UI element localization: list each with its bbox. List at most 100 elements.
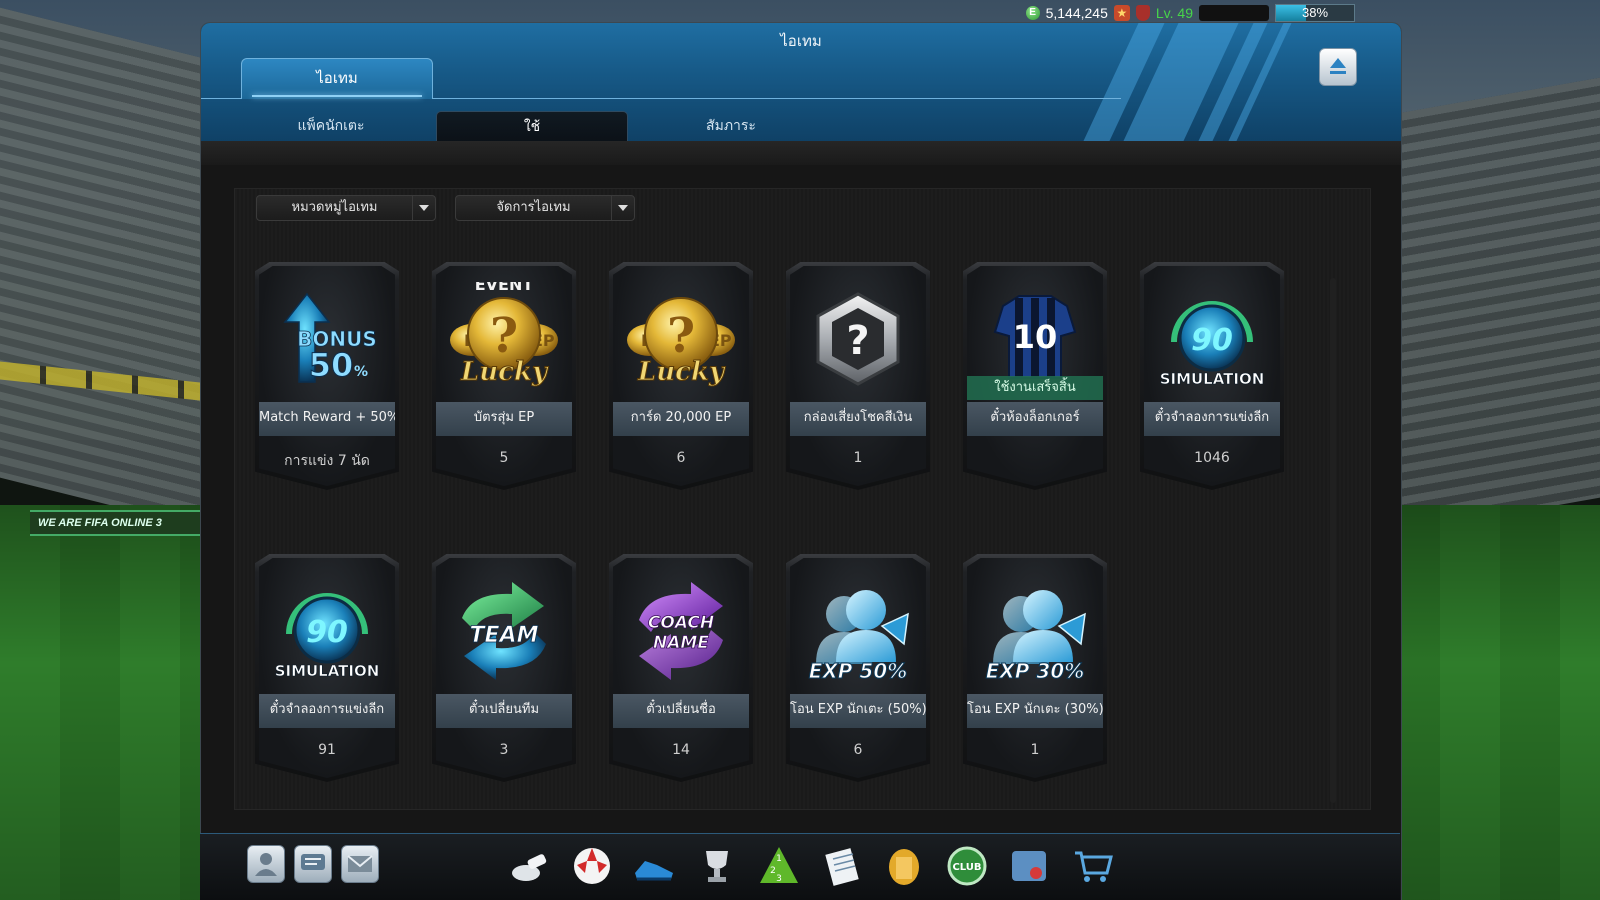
sub-tab-bar: แพ็คนักเตะ ใช้ สัมภาระ	[201, 107, 1401, 142]
svg-text:SIMULATION: SIMULATION	[1160, 370, 1265, 388]
subtab-use[interactable]: ใช้	[436, 111, 628, 142]
club-crest-icon	[1135, 5, 1150, 21]
mail-icon	[342, 855, 378, 886]
item-card[interactable]: 90 SIMULATION ตั๋วจำลองการแข่งลีก 1046	[1140, 262, 1284, 490]
silver-mystery-box-icon: ?	[786, 282, 930, 400]
subtab-inventory[interactable]: สัมภาระ	[636, 111, 826, 141]
svg-text:Lucky: Lucky	[637, 357, 726, 387]
item-card[interactable]: 10 ใช้งานเสร็จสิ้น ตั๋วห้องล็อกเกอร์	[963, 262, 1107, 490]
lucky-ep-icon: E EP ? Lucky	[609, 282, 753, 400]
manager-card-icon[interactable]	[1006, 843, 1052, 889]
close-window-button[interactable]	[1319, 48, 1357, 86]
eject-icon	[1330, 58, 1346, 68]
svg-text:NAME: NAME	[653, 633, 709, 653]
item-card[interactable]: EXP 50% โอน EXP นักเตะ (50%) 6	[786, 554, 930, 782]
item-name: การ์ด 20,000 EP	[613, 402, 749, 436]
manage-dropdown-label: จัดการไอเทม	[496, 200, 571, 215]
item-count: 91	[318, 742, 336, 758]
shop-cart-icon[interactable]	[1069, 843, 1115, 889]
item-name: ตั๋วเปลี่ยนทีม	[436, 694, 572, 728]
item-card[interactable]: COACH NAME ตั๋วเปลี่ยนชื่อ 14	[609, 554, 753, 782]
svg-text:Lucky: Lucky	[460, 357, 549, 387]
team-change-icon: TEAM	[432, 574, 576, 692]
item-count: 6	[676, 450, 686, 466]
svg-text:COACH: COACH	[648, 613, 714, 633]
svg-text:EVENT: EVENT	[475, 282, 534, 294]
item-count: 14	[672, 742, 690, 758]
stadium-stand-left	[0, 7, 210, 531]
svg-text:90: 90	[1191, 323, 1233, 358]
trophy-icon[interactable]	[694, 843, 740, 889]
tab-items[interactable]: ไอเทม	[241, 58, 433, 99]
item-count: การแข่ง 7 นัด	[284, 453, 370, 469]
svg-text:TEAM: TEAM	[470, 623, 539, 648]
item-grid-scrollbar[interactable]	[1330, 278, 1336, 803]
subtab-player-packs[interactable]: แพ็คนักเตะ	[236, 111, 426, 141]
svg-text:1: 1	[776, 854, 782, 864]
stadium-banner: WE ARE FIFA ONLINE 3	[30, 510, 208, 536]
item-name: โอน EXP นักเตะ (50%)	[790, 694, 926, 728]
mail-button[interactable]	[341, 845, 379, 883]
item-name: Match Reward + 50%	[259, 402, 395, 436]
svg-text:?: ?	[490, 308, 518, 364]
ep-coin-icon: E	[1025, 6, 1040, 20]
chat-button[interactable]	[294, 845, 332, 883]
manage-dropdown[interactable]: จัดการไอเทม	[455, 195, 635, 221]
svg-text:%: %	[354, 364, 368, 380]
category-dropdown-label: หมวดหมู่ไอเทม	[291, 200, 378, 215]
simulation-90-icon: 90 SIMULATION	[1140, 282, 1284, 400]
player-name-redacted	[1199, 5, 1269, 21]
whistle-icon[interactable]	[506, 843, 552, 889]
svg-text:3: 3	[776, 874, 782, 884]
svg-text:?: ?	[846, 318, 869, 364]
ball-icon[interactable]	[569, 843, 615, 889]
rank-star-icon: ★	[1113, 5, 1130, 21]
item-card[interactable]: ? กล่องเสี่ยงโชคสีเงิน 1	[786, 262, 930, 490]
item-card[interactable]: EXP 30% โอน EXP นักเตะ (30%) 1	[963, 554, 1107, 782]
item-count: 1	[1030, 742, 1040, 758]
svg-text:EXP 50%: EXP 50%	[809, 659, 908, 683]
svg-text:SIMULATION: SIMULATION	[275, 662, 380, 680]
svg-text:2: 2	[770, 866, 776, 876]
item-name: ตั๋วเปลี่ยนชื่อ	[613, 694, 749, 728]
chevron-down-icon	[412, 196, 435, 220]
ranking-icon[interactable]: 123	[756, 843, 802, 889]
exp-bar: 38%	[1275, 4, 1355, 22]
coach-name-icon: COACH NAME	[609, 574, 753, 692]
svg-text:CLUB: CLUB	[952, 862, 981, 873]
category-dropdown[interactable]: หมวดหมู่ไอเทม	[256, 195, 436, 221]
club-icon[interactable]: CLUB	[944, 843, 990, 889]
item-name: โอน EXP นักเตะ (30%)	[967, 694, 1103, 728]
svg-text:EXP 30%: EXP 30%	[986, 659, 1085, 683]
notepad-icon[interactable]	[819, 843, 865, 889]
item-count: 3	[499, 742, 509, 758]
item-status-banner: ใช้งานเสร็จสิ้น	[967, 376, 1103, 400]
boots-icon[interactable]	[631, 843, 677, 889]
item-card[interactable]: E EP ? Lucky การ์ด 20,000 EP 6	[609, 262, 753, 490]
item-count: 6	[853, 742, 863, 758]
item-count: 1046	[1194, 450, 1230, 466]
profile-button[interactable]	[247, 845, 285, 883]
eject-icon-bar	[1330, 71, 1346, 74]
exp-50-icon: EXP 50%	[786, 574, 930, 692]
item-card[interactable]: E EP ? Lucky EVENT บัตรสุ่ม EP 5	[432, 262, 576, 490]
item-card[interactable]: 90 SIMULATION ตั๋วจำลองการแข่งลีก 91	[255, 554, 399, 782]
shirt-icon[interactable]	[881, 843, 927, 889]
item-name: กล่องเสี่ยงโชคสีเงิน	[790, 402, 926, 436]
item-name: บัตรสุ่ม EP	[436, 402, 572, 436]
header-shadow	[201, 141, 1401, 165]
bonus-50-icon: BONUS 50 %	[255, 282, 399, 400]
item-count: 1	[853, 450, 863, 466]
item-count: 5	[499, 450, 509, 466]
status-bar: E 5,144,245 ★ Lv. 49 38%	[1025, 2, 1355, 24]
ep-balance: 5,144,245	[1045, 5, 1108, 21]
window-title: ไอเทม	[780, 32, 822, 50]
exp-30-icon: EXP 30%	[963, 574, 1107, 692]
exp-percent: 38%	[1301, 5, 1329, 20]
item-card[interactable]: BONUS 50 % Match Reward + 50% การแข่ง 7 …	[255, 262, 399, 490]
item-card[interactable]: TEAM ตั๋วเปลี่ยนทีม 3	[432, 554, 576, 782]
svg-text:10: 10	[1013, 318, 1058, 356]
profile-icon	[248, 853, 284, 886]
event-lucky-ep-icon: E EP ? Lucky EVENT	[432, 275, 576, 400]
chevron-down-icon	[611, 196, 634, 220]
